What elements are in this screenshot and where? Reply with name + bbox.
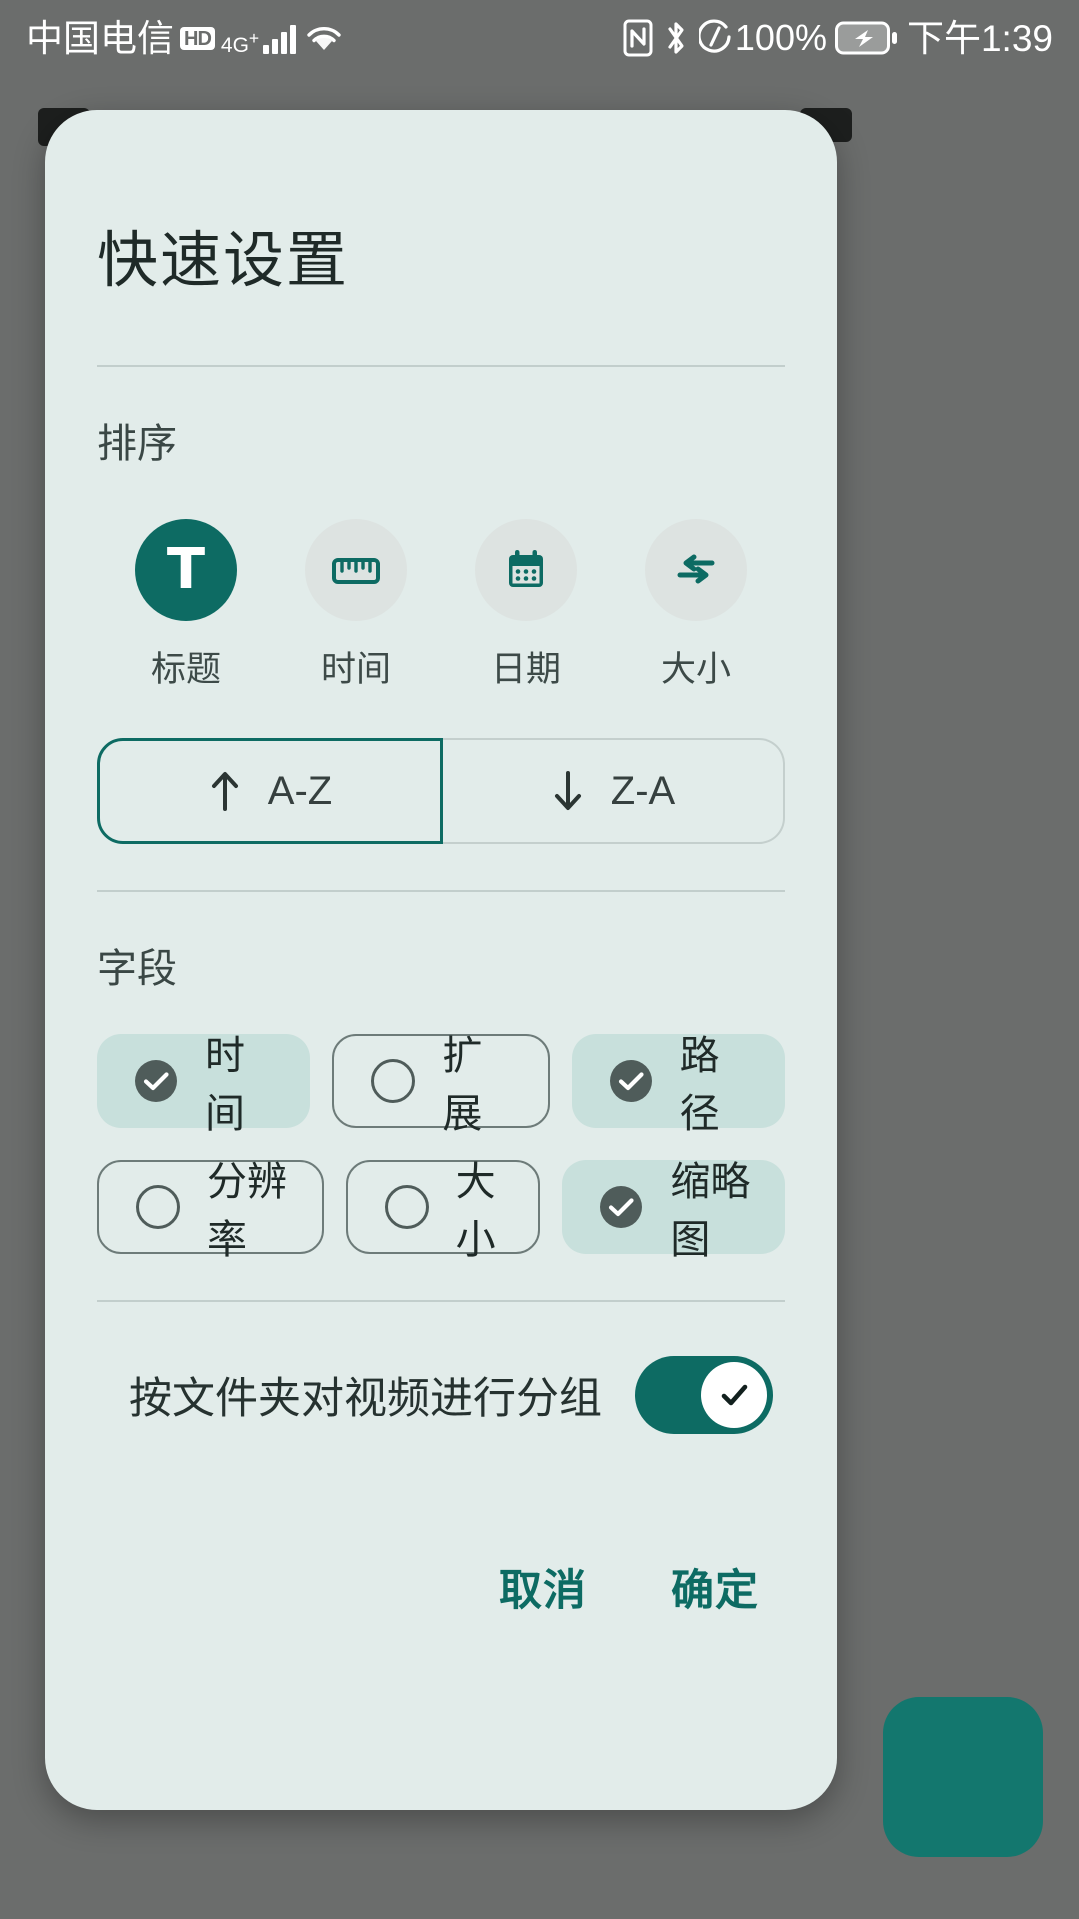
field-chip-time-label: 时间 [205,1034,245,1136]
title-letter-icon[interactable]: T [135,519,237,621]
field-chip-resolution-label: 分辨率 [207,1160,287,1262]
divider-top [97,365,785,367]
fields-row-2: 分辨率 大小 缩略图 [97,1160,785,1262]
field-chip-thumbnail-label: 缩略图 [670,1160,751,1262]
battery-percent-label: 100% [734,17,827,58]
dialog-footer: 取消 确定 [97,1556,785,1618]
nfc-icon [623,19,653,57]
sort-option-duration[interactable]: 时间 [271,519,441,692]
group-by-folder-row[interactable]: 按文件夹对视频进行分组 [97,1356,785,1434]
ruler-icon[interactable] [305,519,407,621]
background-fab[interactable] [883,1697,1043,1857]
sort-order-ascending-label: A-Z [267,768,333,813]
circle-outline-icon [133,1182,183,1232]
field-chip-extension[interactable]: 扩展 [332,1034,550,1136]
sort-option-date[interactable]: 日期 [441,519,611,692]
divider-bottom [97,1300,785,1302]
clock-label: 下午1:39 [906,17,1053,59]
group-by-folder-toggle[interactable] [635,1356,773,1434]
sort-order-descending-label: Z-A [610,768,676,813]
sort-order-descending[interactable]: Z-A [443,738,785,844]
sort-options-row: T 标题 时间 日期 大小 [97,519,785,692]
field-chip-size[interactable]: 大小 [345,1160,541,1262]
field-chip-thumbnail[interactable]: 缩略图 [562,1160,785,1262]
toggle-knob [701,1362,767,1428]
divider-middle [97,890,785,892]
title-letter-glyph: T [166,537,206,602]
status-bar: 中国电信 HD 4G+ 100% 下午1:39 [0,0,1079,76]
arrow-down-icon [551,769,585,813]
hd-badge: HD [180,26,215,50]
bluetooth-icon [663,19,689,57]
field-chip-extension-label: 扩展 [442,1034,483,1136]
sort-option-title-label: 标题 [150,650,221,689]
fields-row-1: 时间 扩展 路径 [97,1034,785,1136]
sort-order-segmented: A-Z Z-A [97,738,785,844]
sort-option-duration-label: 时间 [320,650,391,689]
group-by-folder-label: 按文件夹对视频进行分组 [129,1375,602,1423]
sort-option-size[interactable]: 大小 [611,519,781,692]
check-circle-icon [131,1056,181,1106]
sort-order-ascending[interactable]: A-Z [97,738,443,844]
field-chip-time[interactable]: 时间 [97,1034,311,1136]
sort-section-label: 排序 [97,422,177,466]
dialog-title: 快速设置 [97,226,350,294]
field-chip-resolution[interactable]: 分辨率 [97,1160,324,1262]
arrow-up-icon [208,769,242,813]
sort-option-size-label: 大小 [660,650,731,689]
wifi-icon [305,23,343,53]
battery-saver-icon [698,19,733,57]
compress-arrows-icon[interactable] [645,519,747,621]
carrier-label: 中国电信 [26,17,174,59]
sort-option-date-label: 日期 [490,650,561,689]
quick-settings-dialog: 快速设置 排序 T 标题 时间 日期 大小 A-Z Z-A 字段 时间 扩展 路… [45,110,837,1810]
battery-charging-icon [834,21,897,55]
check-circle-icon [596,1182,646,1232]
field-chip-path[interactable]: 路径 [571,1034,785,1136]
field-chip-path-label: 路径 [679,1034,720,1136]
circle-outline-icon [368,1056,418,1106]
fields-section-label: 字段 [97,947,177,991]
confirm-button[interactable]: 确定 [671,1556,759,1618]
field-chip-size-label: 大小 [455,1160,496,1262]
cancel-button[interactable]: 取消 [499,1556,587,1618]
status-bar-right: 100% 下午1:39 [613,19,1053,57]
network-type-label: 4G+ [220,27,260,57]
sort-option-title[interactable]: T 标题 [101,519,271,692]
status-bar-left: 中国电信 HD 4G+ [26,20,343,57]
check-icon [721,1384,748,1406]
check-circle-icon [606,1056,656,1106]
signal-bars-icon [263,22,297,54]
calendar-icon[interactable] [475,519,577,621]
circle-outline-icon [382,1182,432,1232]
